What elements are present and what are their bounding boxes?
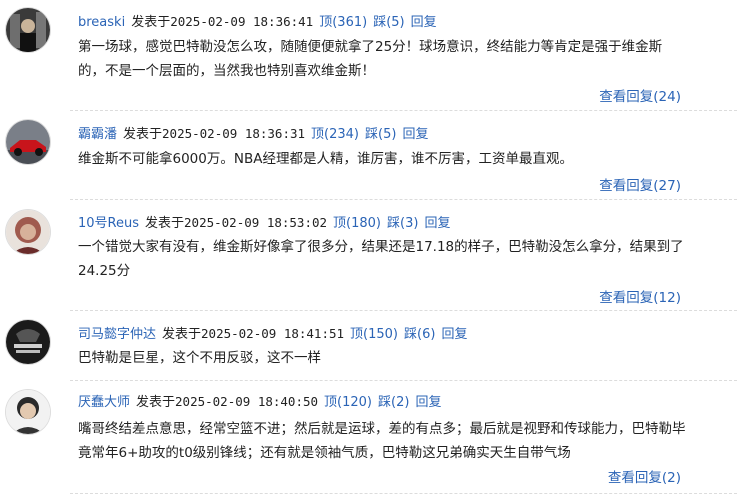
downvote-button[interactable]: 踩(3) <box>387 216 418 231</box>
downvote-count: (3) <box>400 216 419 231</box>
avatar[interactable] <box>6 320 50 364</box>
downvote-button[interactable]: 踩(5) <box>373 15 404 30</box>
reply-count: (12) <box>653 290 681 306</box>
downvote-label: 踩 <box>373 15 387 30</box>
divider <box>70 199 737 200</box>
username-link[interactable]: 霸霸潘 <box>78 127 117 142</box>
upvote-label: 顶 <box>311 127 325 142</box>
comment-item: 厌蠢大师 发表于2025-02-09 18:40:50 顶(120) 踩(2) 回复 嘴… <box>0 382 745 496</box>
divider <box>70 310 737 311</box>
post-time: 发表于2025-02-09 18:36:41 <box>131 14 314 30</box>
reply-button[interactable]: 回复 <box>441 327 467 342</box>
view-replies-label: 查看回复 <box>607 470 662 486</box>
downvote-label: 踩 <box>365 127 379 142</box>
comment-meta: 司马懿字仲达 发表于2025-02-09 18:41:51 顶(150) 踩(6) 回复 <box>78 323 467 342</box>
comment-text: 一个错觉大家有没有，维金斯好像拿了很多分，结果还是17.18的样子，巴特勒没怎么… <box>78 239 684 279</box>
view-replies-link[interactable]: 查看回复(12) <box>599 286 681 306</box>
downvote-count: (2) <box>391 395 410 410</box>
downvote-count: (6) <box>417 327 436 342</box>
reply-button[interactable]: 回复 <box>424 216 450 231</box>
reply-count: (2) <box>661 470 681 486</box>
username-link[interactable]: 厌蠢大师 <box>78 395 130 410</box>
avatar[interactable] <box>6 8 50 52</box>
downvote-label: 踩 <box>404 327 418 342</box>
avatar[interactable] <box>6 120 50 164</box>
avatar[interactable] <box>6 210 50 254</box>
timestamp: 2025-02-09 18:53:02 <box>184 215 328 230</box>
comment-meta: breaski 发表于2025-02-09 18:36:41 顶(361) 踩(5) 回… <box>78 11 437 30</box>
post-time: 发表于2025-02-09 18:40:50 <box>136 394 319 410</box>
upvote-label: 顶 <box>324 395 338 410</box>
comment-meta: 霸霸潘 发表于2025-02-09 18:36:31 顶(234) 踩(5) 回复 <box>78 123 428 142</box>
downvote-label: 踩 <box>387 216 401 231</box>
timestamp: 2025-02-09 18:40:50 <box>175 394 319 409</box>
upvote-label: 顶 <box>350 327 364 342</box>
username-link[interactable]: 10号Reus <box>78 216 139 231</box>
upvote-label: 顶 <box>333 216 347 231</box>
divider <box>70 110 737 111</box>
reply-count: (24) <box>653 89 681 105</box>
post-time: 发表于2025-02-09 18:36:31 <box>123 126 306 142</box>
upvote-count: (120) <box>337 395 373 410</box>
posted-at-label: 发表于 <box>136 395 176 410</box>
reply-button[interactable]: 回复 <box>415 395 441 410</box>
upvote-label: 顶 <box>319 15 333 30</box>
view-replies-label: 查看回复 <box>599 290 654 306</box>
downvote-button[interactable]: 踩(5) <box>365 127 396 142</box>
reply-button[interactable]: 回复 <box>411 15 437 30</box>
downvote-count: (5) <box>386 15 405 30</box>
upvote-button[interactable]: 顶(361) <box>319 15 367 30</box>
comment-text: 巴特勒是巨星，这个不用反驳，这不一样 <box>78 350 321 366</box>
upvote-count: (361) <box>332 15 368 30</box>
downvote-button[interactable]: 踩(6) <box>404 327 435 342</box>
view-replies-link[interactable]: 查看回复(2) <box>608 466 681 486</box>
avatar[interactable] <box>6 390 50 434</box>
downvote-button[interactable]: 踩(2) <box>378 395 409 410</box>
downvote-count: (5) <box>378 127 397 142</box>
comment-text: 维金斯不可能拿6000万。NBA经理都是人精，谁厉害，谁不厉害，工资单最直观。 <box>78 151 573 167</box>
timestamp: 2025-02-09 18:36:41 <box>170 14 314 29</box>
comment-meta: 10号Reus 发表于2025-02-09 18:53:02 顶(180) 踩(3) 回… <box>78 212 450 231</box>
view-replies-label: 查看回复 <box>599 89 654 105</box>
upvote-count: (150) <box>363 327 399 342</box>
post-time: 发表于2025-02-09 18:41:51 <box>162 326 345 342</box>
comment-item: breaski 发表于2025-02-09 18:36:41 顶(361) 踩(5) 回… <box>0 0 745 112</box>
comment-text: 第一场球，感觉巴特勒没怎么攻，随随便便就拿了25分！球场意识，终结能力等肯定是强… <box>78 39 663 79</box>
upvote-count: (180) <box>346 216 382 231</box>
timestamp: 2025-02-09 18:41:51 <box>201 326 345 341</box>
username-link[interactable]: breaski <box>78 15 125 30</box>
divider <box>70 493 737 494</box>
post-time: 发表于2025-02-09 18:53:02 <box>145 215 328 231</box>
view-replies-link[interactable]: 查看回复(24) <box>599 85 681 105</box>
posted-at-label: 发表于 <box>145 216 185 231</box>
upvote-button[interactable]: 顶(150) <box>350 327 398 342</box>
reply-button[interactable]: 回复 <box>402 127 428 142</box>
upvote-button[interactable]: 顶(120) <box>324 395 372 410</box>
timestamp: 2025-02-09 18:36:31 <box>162 126 306 141</box>
divider <box>70 380 737 381</box>
comment-meta: 厌蠢大师 发表于2025-02-09 18:40:50 顶(120) 踩(2) 回复 <box>78 391 441 410</box>
comment-text: 嘴哥终结差点意思，经常空篮不进；然后就是运球，差的有点多；最后就是视野和传球能力… <box>78 421 686 461</box>
comment-item: 霸霸潘 发表于2025-02-09 18:36:31 顶(234) 踩(5) 回复 维金… <box>0 112 745 202</box>
username-link[interactable]: 司马懿字仲达 <box>78 327 156 342</box>
comment-item: 10号Reus 发表于2025-02-09 18:53:02 顶(180) 踩(3) 回… <box>0 201 745 311</box>
posted-at-label: 发表于 <box>162 327 202 342</box>
posted-at-label: 发表于 <box>131 15 171 30</box>
comment-item: 司马懿字仲达 发表于2025-02-09 18:41:51 顶(150) 踩(6) 回复… <box>0 312 745 382</box>
view-replies-link[interactable]: 查看回复(27) <box>599 174 681 194</box>
downvote-label: 踩 <box>378 395 392 410</box>
posted-at-label: 发表于 <box>123 127 163 142</box>
reply-count: (27) <box>653 178 681 194</box>
upvote-count: (234) <box>324 127 360 142</box>
view-replies-label: 查看回复 <box>599 178 654 194</box>
upvote-button[interactable]: 顶(180) <box>333 216 381 231</box>
upvote-button[interactable]: 顶(234) <box>311 127 359 142</box>
